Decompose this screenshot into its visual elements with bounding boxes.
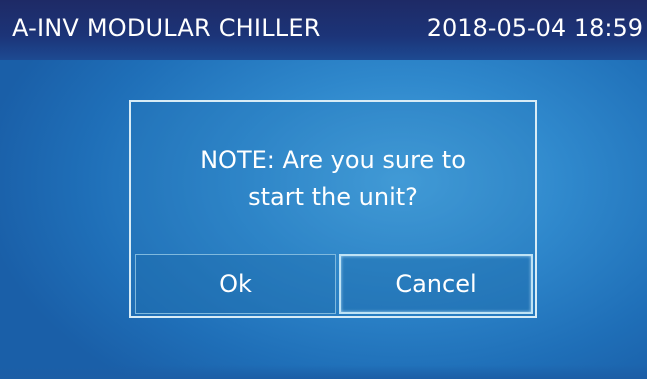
ok-button-label: Ok — [219, 270, 252, 298]
app-title: A-INV MODULAR CHILLER — [12, 14, 321, 42]
dialog-message-line-2: start the unit? — [248, 183, 418, 211]
confirm-dialog: NOTE: Are you sure to start the unit? Ok… — [129, 100, 537, 318]
chiller-screen: A-INV MODULAR CHILLER 2018-05-04 18:59 N… — [0, 0, 647, 379]
cancel-button[interactable]: Cancel — [339, 254, 533, 314]
cancel-button-label: Cancel — [395, 270, 477, 298]
dialog-message-line-1: NOTE: Are you sure to — [200, 146, 466, 174]
title-bar: A-INV MODULAR CHILLER 2018-05-04 18:59 — [0, 0, 647, 60]
dialog-message: NOTE: Are you sure to start the unit? — [131, 142, 535, 216]
date-time: 2018-05-04 18:59 — [426, 14, 643, 42]
ok-button[interactable]: Ok — [135, 254, 336, 314]
bottom-bar — [0, 365, 647, 379]
